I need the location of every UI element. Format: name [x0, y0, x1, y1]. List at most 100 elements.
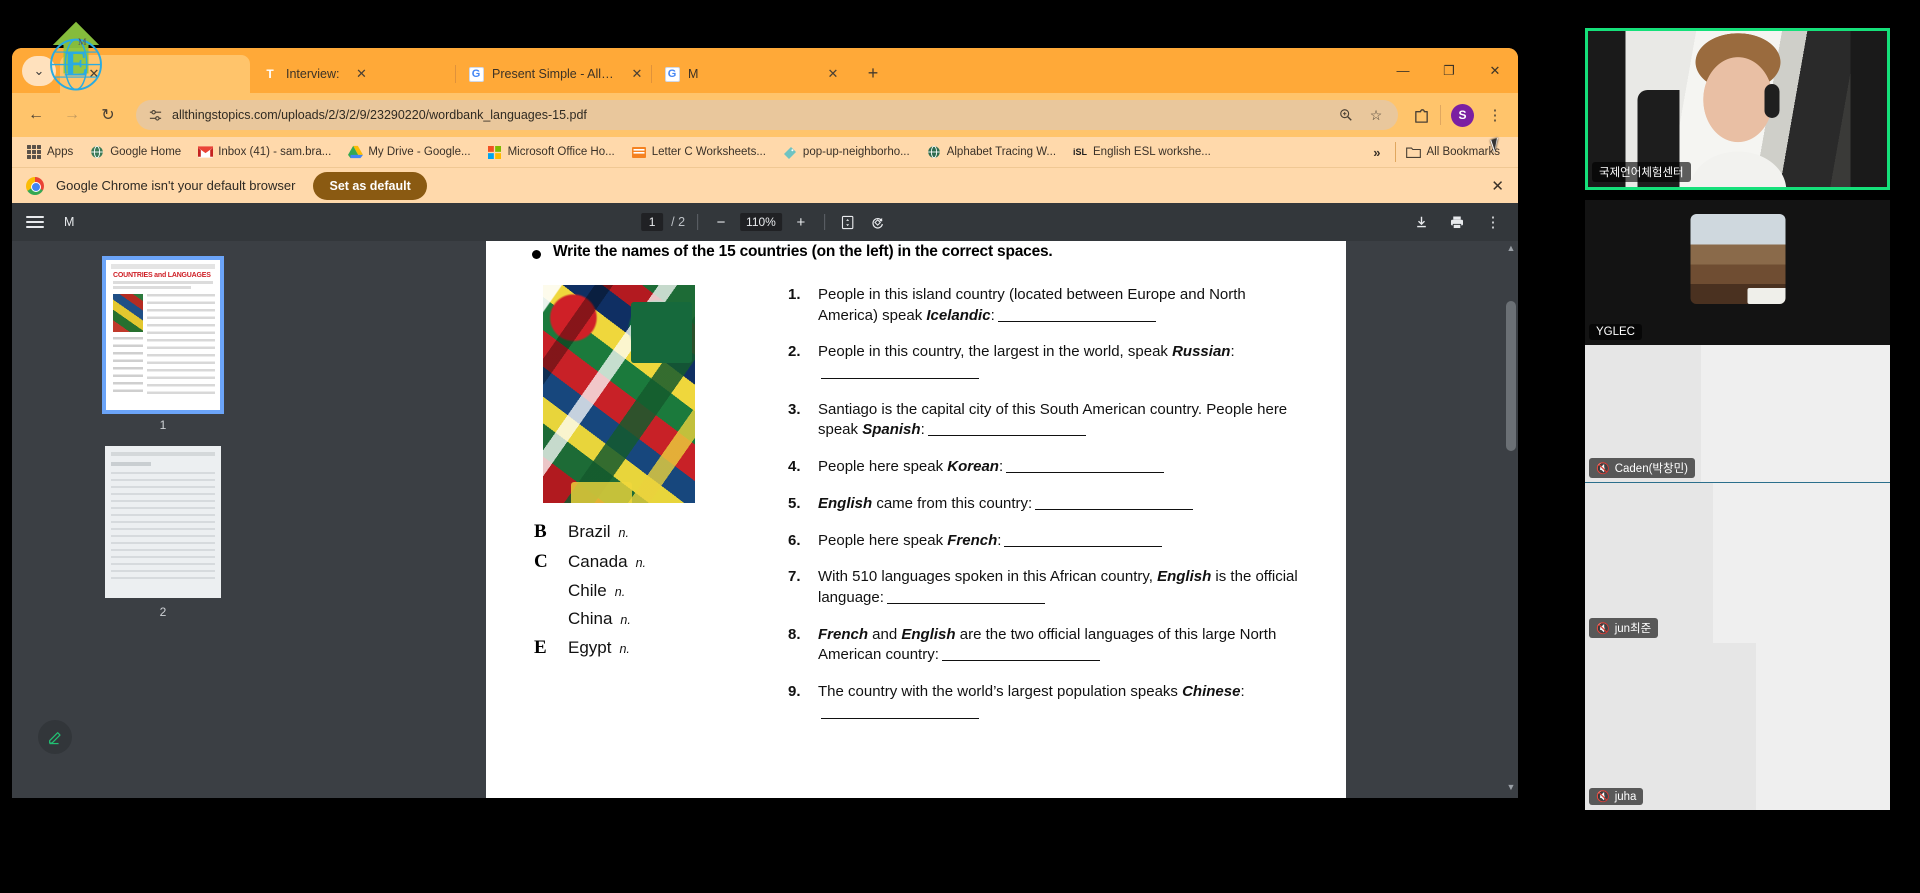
infobar-close-icon[interactable]: ✕	[1491, 177, 1504, 195]
reload-button[interactable]: ↻	[92, 99, 124, 131]
question-text-fragment: :	[1230, 343, 1235, 361]
pdf-page-area[interactable]: Write the names of the 15 countries (on …	[314, 241, 1518, 798]
new-tab-button[interactable]: +	[859, 59, 887, 87]
answer-blank[interactable]	[886, 602, 1045, 604]
participant-name-1-label: 국제언어체험센터	[1599, 167, 1684, 179]
bookmark-microsoft-office[interactable]: Microsoft Office Ho...	[481, 141, 621, 163]
bookmark-google-home[interactable]: Google Home	[83, 141, 187, 163]
site-settings-icon[interactable]	[146, 106, 164, 124]
video-tile-5[interactable]: 🔇 juha	[1585, 643, 1890, 810]
forward-button[interactable]: →	[56, 99, 88, 131]
tab-3-close-icon[interactable]: ✕	[629, 66, 645, 82]
question-text: Santiago is the capital city of this Sou…	[818, 400, 1304, 441]
bookmark-alphabet-tracing[interactable]: Alphabet Tracing W...	[920, 141, 1062, 163]
tab-3[interactable]: G Present Simple - All Things Gra ✕	[456, 55, 651, 93]
answer-blank[interactable]	[1006, 472, 1165, 474]
bookmarks-divider	[1394, 142, 1396, 162]
participant-name-5-label: juha	[1614, 790, 1637, 803]
answer-blank[interactable]	[997, 320, 1156, 322]
tab-3-favicon: G	[468, 66, 484, 82]
country-row: E Egypt n.	[534, 637, 778, 659]
question-item: 4. People here speak Korean:	[788, 457, 1304, 478]
answer-blank[interactable]	[821, 378, 979, 380]
bookmark-english-esl[interactable]: iSL English ESL workshe...	[1066, 141, 1217, 163]
question-text-fragment: came from this country:	[872, 494, 1033, 512]
back-button[interactable]: ←	[20, 99, 52, 131]
tab-1-close-icon[interactable]: ✕	[86, 66, 102, 82]
bookmark-apps[interactable]: Apps	[20, 141, 79, 163]
tab-1[interactable]: ✕	[60, 55, 250, 93]
question-number: 3.	[788, 400, 801, 418]
answer-blank[interactable]	[821, 717, 979, 719]
bookmark-my-drive[interactable]: My Drive - Google...	[341, 141, 476, 163]
address-bar[interactable]: allthingstopics.com/uploads/2/3/2/9/2329…	[136, 100, 1398, 130]
question-keyword: Spanish	[862, 421, 921, 439]
country-name: China	[568, 609, 613, 628]
bookmark-inbox[interactable]: Inbox (41) - sam.bra...	[191, 141, 337, 163]
tab-2-close-icon[interactable]: ✕	[354, 66, 370, 82]
chrome-menu-icon[interactable]: ⋮	[1480, 100, 1510, 130]
question-number: 6.	[788, 531, 801, 549]
question-item: 9. The country with the world’s largest p…	[788, 682, 1304, 723]
extensions-icon[interactable]	[1406, 100, 1436, 130]
print-icon[interactable]	[1446, 211, 1468, 233]
participant-name-3: 🔇 Caden(박창민)	[1589, 458, 1695, 478]
thumbnail-item-1[interactable]: COUNTRIES and LANGUAGES 1	[102, 256, 224, 432]
answer-blank[interactable]	[927, 435, 1086, 437]
question-keyword: Russian	[1172, 343, 1231, 361]
country-part-of-speech: n.	[620, 613, 631, 627]
video-tile-active-speaker[interactable]: 국제언어체험센터	[1585, 28, 1890, 190]
scroll-up-arrow-icon[interactable]: ▲	[1506, 243, 1516, 257]
bookmarks-bar: Apps Google Home Inbox (41) - sam.bra...…	[12, 137, 1518, 167]
pdf-scrollbar-thumb[interactable]	[1506, 301, 1516, 451]
tab-2[interactable]: T Interview: ✕	[250, 55, 455, 93]
answer-blank[interactable]	[1004, 545, 1163, 547]
thumbnail-page-1[interactable]: COUNTRIES and LANGUAGES	[102, 256, 224, 414]
minimize-button[interactable]: —	[1380, 48, 1426, 93]
tab-2-title: Interview:	[286, 67, 340, 81]
sidebar-toggle-icon[interactable]	[26, 211, 48, 233]
zoom-out-button[interactable]: −	[710, 211, 732, 233]
maximize-button[interactable]: ❐	[1426, 48, 1472, 93]
close-window-button[interactable]: ✕	[1472, 48, 1518, 93]
worksheet-columns: B Brazil n. C Canada n. Chile n. China n. E Egypt n.…	[528, 285, 1304, 739]
drive-icon	[347, 144, 363, 160]
profile-avatar[interactable]: S	[1451, 103, 1474, 127]
video-tile-4[interactable]: 🔇 jun최준	[1585, 483, 1890, 643]
answer-blank[interactable]	[941, 660, 1100, 662]
page-number-input[interactable]: 1	[641, 213, 664, 231]
rotate-icon[interactable]	[867, 211, 889, 233]
all-bookmarks-button[interactable]: All Bookmarks	[1400, 141, 1507, 163]
question-text-fragment: :	[997, 531, 1002, 549]
fit-page-icon[interactable]	[837, 211, 859, 233]
video-tile-2[interactable]: YGLEC	[1585, 200, 1890, 345]
country-name: Brazil	[568, 522, 611, 541]
zoom-in-button[interactable]: +	[790, 211, 812, 233]
pdf-scrollbar[interactable]: ▲ ▼	[1504, 241, 1518, 798]
globe-icon	[89, 144, 105, 160]
bookmarks-overflow-button[interactable]: »	[1363, 145, 1390, 160]
question-text-fragment: With 510 languages spoken in this Africa…	[818, 568, 1158, 586]
bookmark-star-icon[interactable]: ☆	[1364, 103, 1388, 127]
pencil-icon[interactable]	[38, 720, 72, 754]
bookmark-english-esl-label: English ESL workshe...	[1093, 146, 1211, 158]
bullet-icon	[532, 250, 541, 259]
thumbnail-page-2[interactable]	[105, 446, 221, 598]
worksheet-instruction-text: Write the names of the 15 countries (on …	[553, 243, 1053, 260]
download-icon[interactable]	[1410, 211, 1432, 233]
tab-search-button[interactable]: ⌄	[22, 56, 56, 86]
set-as-default-button[interactable]: Set as default	[313, 171, 427, 200]
bookmark-pop-up-neighborhood[interactable]: pop-up-neighborho...	[776, 141, 916, 163]
zoom-indicator-icon[interactable]	[1334, 103, 1358, 127]
thumbnail-item-2[interactable]: 2	[105, 446, 221, 619]
bookmark-letter-c-worksheets[interactable]: Letter C Worksheets...	[625, 141, 772, 163]
tab-4[interactable]: G M ✕	[652, 55, 847, 93]
question-number: 4.	[788, 458, 801, 476]
tab-4-close-icon[interactable]: ✕	[825, 66, 841, 82]
scroll-down-arrow-icon[interactable]: ▼	[1506, 782, 1516, 796]
pdf-more-menu-icon[interactable]: ⋮	[1482, 211, 1504, 233]
tab-3-title: Present Simple - All Things Gra	[492, 67, 615, 81]
answer-blank[interactable]	[1035, 508, 1194, 510]
bookmark-alphabet-tracing-label: Alphabet Tracing W...	[946, 146, 1057, 158]
video-tile-3[interactable]: 🔇 Caden(박창민)	[1585, 345, 1890, 483]
